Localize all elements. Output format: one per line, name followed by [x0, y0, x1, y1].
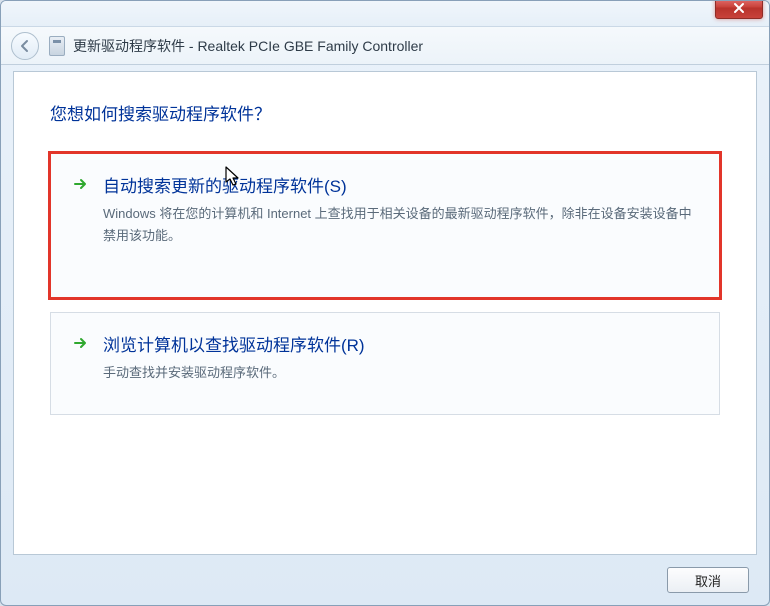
device-icon: [49, 36, 65, 56]
close-icon: [733, 2, 745, 14]
titlebar: [1, 1, 769, 27]
option-desc: Windows 将在您的计算机和 Internet 上查找用于相关设备的最新驱动…: [103, 203, 697, 247]
option-body: 自动搜索更新的驱动程序软件(S) Windows 将在您的计算机和 Intern…: [103, 172, 697, 247]
option-title: 浏览计算机以查找驱动程序软件(R): [103, 331, 697, 356]
option-title: 自动搜索更新的驱动程序软件(S): [103, 172, 697, 197]
option-auto-search[interactable]: 自动搜索更新的驱动程序软件(S) Windows 将在您的计算机和 Intern…: [50, 153, 720, 298]
option-body: 浏览计算机以查找驱动程序软件(R) 手动查找并安装驱动程序软件。: [103, 331, 697, 384]
footer: 取消: [667, 567, 749, 593]
dialog-window: 更新驱动程序软件 - Realtek PCIe GBE Family Contr…: [0, 0, 770, 606]
arrow-right-icon: [73, 176, 89, 192]
content-panel: 您想如何搜索驱动程序软件？ 自动搜索更新的驱动程序软件(S) Windows 将…: [13, 71, 757, 555]
arrow-right-icon: [73, 335, 89, 351]
close-button[interactable]: [715, 0, 763, 19]
option-browse-computer[interactable]: 浏览计算机以查找驱动程序软件(R) 手动查找并安装驱动程序软件。: [50, 312, 720, 415]
back-arrow-icon: [18, 39, 32, 53]
nav-row: 更新驱动程序软件 - Realtek PCIe GBE Family Contr…: [1, 27, 769, 65]
option-desc: 手动查找并安装驱动程序软件。: [103, 362, 697, 384]
back-button[interactable]: [11, 32, 39, 60]
cancel-button[interactable]: 取消: [667, 567, 749, 593]
page-heading: 您想如何搜索驱动程序软件？: [50, 100, 720, 125]
window-title: 更新驱动程序软件 - Realtek PCIe GBE Family Contr…: [73, 36, 423, 56]
